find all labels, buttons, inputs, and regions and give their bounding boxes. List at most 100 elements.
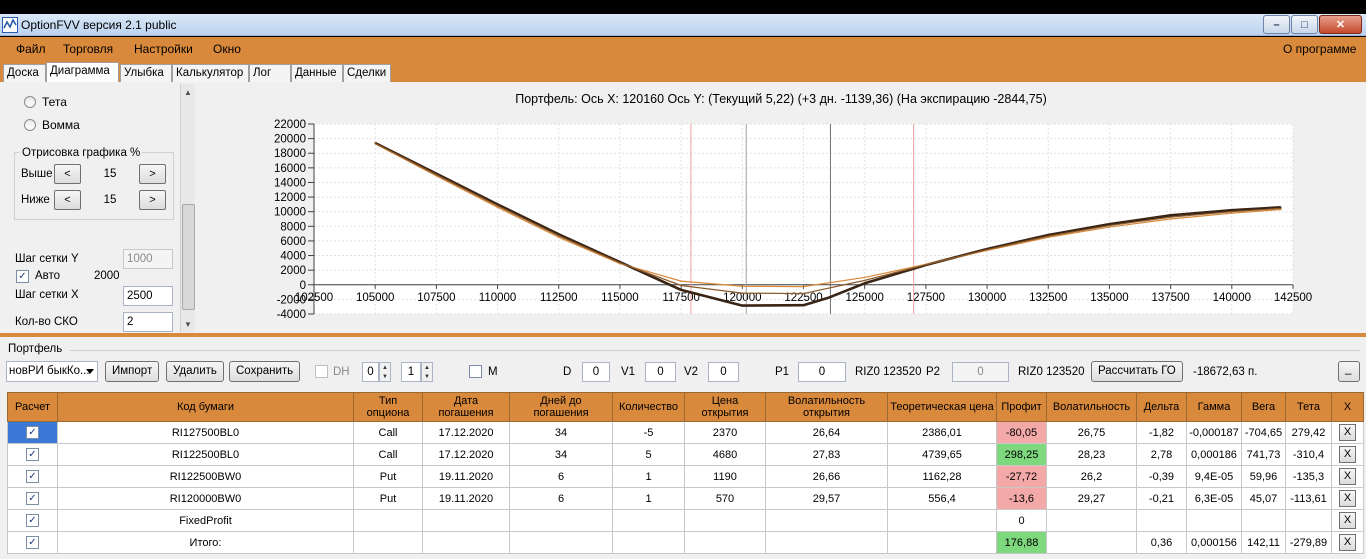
table-row[interactable]: ✓ RI127500BL0 Call 17.12.2020 34 -5 2370 26,64 2…: [7, 421, 1364, 444]
remove-row-button[interactable]: X: [1339, 512, 1356, 529]
menu-settings[interactable]: Настройки: [134, 42, 193, 56]
cell-option-type: [353, 531, 423, 554]
cell-remove[interactable]: X: [1331, 509, 1364, 532]
scroll-thumb[interactable]: [182, 204, 195, 310]
col-header-delta[interactable]: Дельта: [1136, 392, 1187, 422]
col-header-calc[interactable]: Расчет: [7, 392, 58, 422]
col-header-theta[interactable]: Тета: [1285, 392, 1332, 422]
auto-checkbox[interactable]: ✓: [16, 270, 29, 283]
grid-x-input[interactable]: 2500: [123, 286, 173, 306]
chevron-down-icon[interactable]: [86, 369, 94, 374]
payoff-chart[interactable]: 2200020000180001600014000120001000080006…: [196, 82, 1366, 332]
v1-input[interactable]: 0: [645, 362, 676, 382]
tab-calculator[interactable]: Калькулятор: [172, 64, 249, 82]
tab-deals[interactable]: Сделки: [343, 64, 391, 82]
remove-row-button[interactable]: X: [1339, 446, 1356, 463]
v2-input[interactable]: 0: [708, 362, 739, 382]
remove-row-button[interactable]: X: [1339, 424, 1356, 441]
remove-row-button[interactable]: X: [1339, 490, 1356, 507]
col-header-profit[interactable]: Профит: [996, 392, 1047, 422]
grid-y-input[interactable]: 1000: [123, 249, 173, 269]
above-increase-button[interactable]: >: [139, 164, 166, 184]
collapse-button[interactable]: _: [1338, 361, 1360, 382]
scroll-down-icon[interactable]: ▼: [184, 320, 192, 329]
menu-file[interactable]: Файл: [16, 42, 46, 56]
col-header-quantity[interactable]: Количество: [612, 392, 685, 422]
p1-input[interactable]: 0: [798, 362, 846, 382]
tab-smile[interactable]: Улыбка: [120, 64, 172, 82]
row-checkbox[interactable]: ✓: [26, 448, 39, 461]
row-checkbox[interactable]: ✓: [26, 492, 39, 505]
app-chart-icon: [2, 17, 18, 33]
sko-input[interactable]: 2: [123, 312, 173, 332]
remove-row-button[interactable]: X: [1339, 534, 1356, 551]
cell-remove[interactable]: X: [1331, 465, 1364, 488]
col-header-vega[interactable]: Вега: [1241, 392, 1286, 422]
spin1-input[interactable]: 0: [362, 362, 379, 382]
menu-trade[interactable]: Торговля: [63, 42, 113, 56]
maximize-button[interactable]: □: [1291, 15, 1318, 34]
cell-calc[interactable]: ✓: [7, 487, 58, 510]
radio-theta[interactable]: Тета: [24, 95, 67, 109]
d-input[interactable]: 0: [582, 362, 610, 382]
row-checkbox[interactable]: ✓: [26, 514, 39, 527]
row-checkbox[interactable]: ✓: [26, 536, 39, 549]
table-row[interactable]: ✓ Итого: 176,88 0,36 0,000156 142,11 -279,89 X: [7, 531, 1364, 554]
below-decrease-button[interactable]: <: [54, 190, 81, 210]
tab-log[interactable]: Лог: [249, 64, 291, 82]
table-row[interactable]: ✓ RI122500BL0 Call 17.12.2020 34 5 4680 27,83 47…: [7, 443, 1364, 466]
horizontal-splitter[interactable]: [0, 333, 1366, 337]
p2-input[interactable]: 0: [952, 362, 1009, 382]
cell-remove[interactable]: X: [1331, 421, 1364, 444]
col-header-option-type[interactable]: Тип опциона: [353, 392, 423, 422]
table-row[interactable]: ✓ RI122500BW0 Put 19.11.2020 6 1 1190 26,66 1162…: [7, 465, 1364, 488]
col-header-gamma[interactable]: Гамма: [1186, 392, 1242, 422]
save-button[interactable]: Сохранить: [229, 361, 301, 382]
col-header-code[interactable]: Код бумаги: [57, 392, 354, 422]
col-header-remove[interactable]: X: [1331, 392, 1364, 422]
below-increase-button[interactable]: >: [139, 190, 166, 210]
portfolio-select[interactable]: новРИ быкКо...: [6, 361, 98, 382]
close-button[interactable]: ✕: [1319, 15, 1362, 34]
col-header-theor-price[interactable]: Теоретическая цена: [887, 392, 997, 422]
table-row[interactable]: ✓ RI120000BW0 Put 19.11.2020 6 1 570 29,57 556,4…: [7, 487, 1364, 510]
tab-board[interactable]: Доска: [3, 64, 46, 82]
spin2-input[interactable]: 1: [401, 362, 421, 382]
m-checkbox[interactable]: [469, 365, 482, 378]
import-button[interactable]: Импорт: [105, 361, 160, 382]
left-panel-scrollbar[interactable]: ▲ ▼: [180, 84, 195, 332]
table-row[interactable]: ✓ FixedProfit 0 X: [7, 509, 1364, 532]
remove-row-button[interactable]: X: [1339, 468, 1356, 485]
spin2-arrows-icon[interactable]: ▲ ▼: [421, 362, 433, 382]
col-header-volatility[interactable]: Волатильность: [1046, 392, 1137, 422]
col-header-open-price[interactable]: Цена открытия: [684, 392, 766, 422]
cell-calc[interactable]: ✓: [7, 509, 58, 532]
scroll-up-icon[interactable]: ▲: [184, 88, 192, 97]
cell-remove[interactable]: X: [1331, 443, 1364, 466]
row-checkbox[interactable]: ✓: [26, 426, 39, 439]
col-header-days-to-expiry[interactable]: Дней до погашения: [509, 392, 613, 422]
cell-calc[interactable]: ✓: [7, 465, 58, 488]
radio-vomma[interactable]: Вомма: [24, 118, 80, 132]
radio-circle[interactable]: [24, 96, 36, 108]
calc-margin-button[interactable]: Рассчитать ГО: [1091, 361, 1183, 382]
cell-calc[interactable]: ✓: [7, 421, 58, 444]
menu-about[interactable]: О программе: [1283, 42, 1356, 56]
row-checkbox[interactable]: ✓: [26, 470, 39, 483]
minimize-button[interactable]: –: [1263, 15, 1290, 34]
cell-remove[interactable]: X: [1331, 531, 1364, 554]
menu-window[interactable]: Окно: [213, 42, 241, 56]
above-decrease-button[interactable]: <: [54, 164, 81, 184]
cell-calc[interactable]: ✓: [7, 531, 58, 554]
radio-circle[interactable]: [24, 119, 36, 131]
dh-checkbox[interactable]: [315, 365, 328, 378]
x-tick-label: 127500: [907, 292, 945, 304]
spin1-arrows-icon[interactable]: ▲ ▼: [379, 362, 391, 382]
cell-calc[interactable]: ✓: [7, 443, 58, 466]
col-header-open-vol[interactable]: Волатильность открытия: [765, 392, 888, 422]
cell-remove[interactable]: X: [1331, 487, 1364, 510]
delete-button[interactable]: Удалить: [166, 361, 224, 382]
col-header-expiry-date[interactable]: Дата погашения: [422, 392, 510, 422]
tab-data[interactable]: Данные: [291, 64, 343, 82]
tab-diagram[interactable]: Диаграмма: [46, 62, 119, 82]
